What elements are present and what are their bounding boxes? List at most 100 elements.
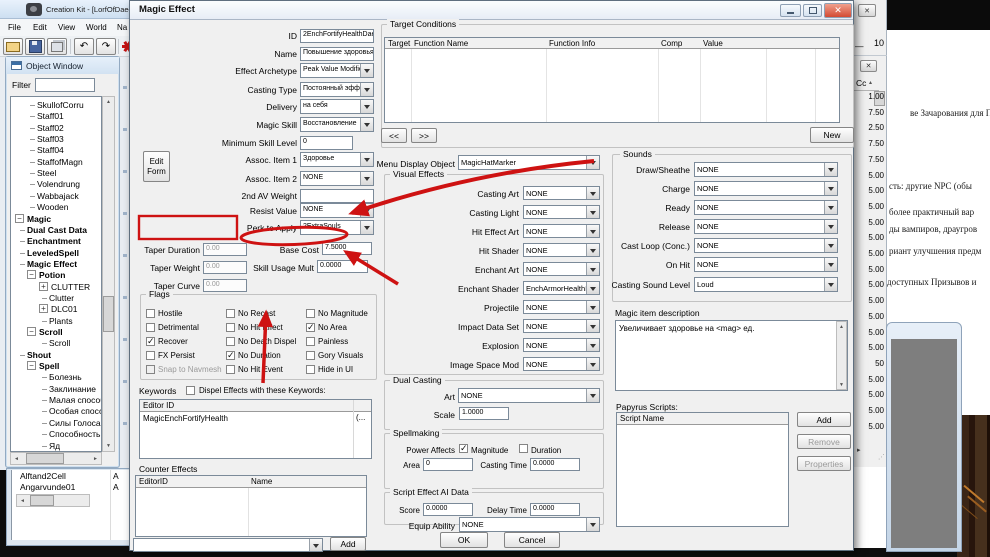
menu-view[interactable]: View xyxy=(58,23,75,32)
no-duration-checkbox[interactable]: ✓ xyxy=(226,351,235,360)
painless-checkbox[interactable] xyxy=(306,337,315,346)
side-list-value[interactable]: 5.00 xyxy=(853,249,884,261)
close-icon[interactable]: ✕ xyxy=(858,4,876,17)
tree-item-enchantment[interactable]: Enchantment xyxy=(11,236,102,247)
papyrus-properties-button[interactable]: Properties xyxy=(797,456,851,471)
side-list-value[interactable]: 7.50 xyxy=(853,108,884,120)
counter-add-button[interactable]: Add xyxy=(330,537,366,551)
menu-file[interactable]: File xyxy=(8,23,21,32)
papyrus-scripts-table[interactable] xyxy=(616,412,789,527)
redo-button[interactable]: ↷ xyxy=(96,38,116,55)
keyword-row[interactable]: MagicEnchFortifyHealth xyxy=(143,414,228,423)
side-list-value[interactable]: 5.00 xyxy=(853,202,884,214)
side-list-value[interactable]: 5.00 xyxy=(853,280,884,292)
dispel-keywords-checkbox[interactable] xyxy=(186,386,195,395)
release-dropdown[interactable]: NONE xyxy=(694,219,838,234)
base-cost-input[interactable]: 7.5000 xyxy=(322,242,372,255)
tree-item-steel[interactable]: Steel xyxy=(11,168,102,179)
cell-row[interactable]: Angarvunde01 xyxy=(20,482,75,492)
side-list-value[interactable]: 5.00 xyxy=(853,422,884,434)
area-input[interactable]: 0 xyxy=(423,458,473,471)
tree-item-wabbajack[interactable]: Wabbajack xyxy=(11,191,102,202)
cell-row[interactable]: Alftand2Cell xyxy=(20,471,66,481)
tree-item-spell[interactable]: −Spell xyxy=(11,361,102,372)
tree-item-малая-способн[interactable]: Малая способн xyxy=(11,395,102,406)
target-col[interactable] xyxy=(815,38,839,49)
scroll-right-icon[interactable]: ▸ xyxy=(857,446,861,454)
impact-data-set-dropdown[interactable]: NONE xyxy=(523,319,600,333)
cancel-button[interactable]: Cancel xyxy=(504,532,560,548)
side-list-value[interactable]: 1.00 xyxy=(853,92,884,104)
open-file-button[interactable] xyxy=(3,38,23,55)
expand-icon[interactable]: + xyxy=(39,282,48,291)
minimum-skill-level-input[interactable]: 0 xyxy=(300,136,353,150)
tree-item-clutter[interactable]: +CLUTTER xyxy=(11,282,102,293)
chevron-down-icon[interactable] xyxy=(360,204,373,217)
chevron-down-icon[interactable] xyxy=(586,320,599,332)
tree-item-dual-cast-data[interactable]: Dual Cast Data xyxy=(11,225,102,236)
chevron-down-icon[interactable] xyxy=(360,172,373,185)
collapse-icon[interactable]: − xyxy=(27,361,36,370)
chevron-down-icon[interactable] xyxy=(309,539,322,551)
scroll-right-icon[interactable]: ► xyxy=(90,452,101,465)
dialog-titlebar[interactable] xyxy=(130,1,853,20)
tree-item-clutter[interactable]: Clutter xyxy=(11,293,102,304)
counter-col-name[interactable]: Name xyxy=(248,476,359,488)
chevron-down-icon[interactable] xyxy=(586,301,599,313)
papyrus-remove-button[interactable]: Remove xyxy=(797,434,851,449)
chevron-down-icon[interactable] xyxy=(824,163,837,176)
detrimental-checkbox[interactable] xyxy=(146,323,155,332)
target-col[interactable]: Value xyxy=(700,38,766,49)
tree-item-scroll[interactable]: −Scroll xyxy=(11,327,102,338)
no-hit-effect-checkbox[interactable] xyxy=(226,323,235,332)
cast-loop-conc-dropdown[interactable]: NONE xyxy=(694,238,838,253)
assoc-item-1-dropdown[interactable]: Здоровье xyxy=(300,152,374,167)
scrollbar[interactable] xyxy=(102,96,115,452)
duration-checkbox[interactable] xyxy=(519,444,528,453)
chevron-down-icon[interactable] xyxy=(360,221,373,234)
papyrus-header[interactable]: Script Name xyxy=(617,413,788,425)
undo-button[interactable]: ↶ xyxy=(74,38,94,55)
no-magnitude-checkbox[interactable] xyxy=(306,309,315,318)
side-list-value[interactable]: 5.00 xyxy=(853,171,884,183)
score-input[interactable]: 0.0000 xyxy=(423,503,473,516)
tree-item-potion[interactable]: −Potion xyxy=(11,270,102,281)
tree-item-особая-способ[interactable]: Особая способ xyxy=(11,406,102,417)
casting-time-input[interactable]: 0.0000 xyxy=(530,458,580,471)
menu-world[interactable]: World xyxy=(86,23,107,32)
taper-curve-input[interactable]: 0.00 xyxy=(203,279,247,292)
image-space-mod-dropdown[interactable]: NONE xyxy=(523,357,600,371)
tree-item-staff01[interactable]: Staff01 xyxy=(11,111,102,122)
chevron-down-icon[interactable] xyxy=(824,201,837,214)
scroll-down-icon[interactable]: ▼ xyxy=(102,441,115,451)
casting-sound-level-dropdown[interactable]: Loud xyxy=(694,277,838,292)
scroll-down-icon[interactable]: ▼ xyxy=(836,380,847,389)
projectile-dropdown[interactable]: NONE xyxy=(523,300,600,314)
side-list-value[interactable]: 7.50 xyxy=(853,139,884,151)
chevron-down-icon[interactable] xyxy=(824,220,837,233)
gory-visuals-checkbox[interactable] xyxy=(306,351,315,360)
papyrus-add-button[interactable]: Add xyxy=(797,412,851,427)
object-window-titlebar[interactable]: Object Window xyxy=(6,57,119,74)
tree-item-wooden[interactable]: Wooden xyxy=(11,202,102,213)
on-hit-dropdown[interactable]: NONE xyxy=(694,257,838,272)
chevron-down-icon[interactable] xyxy=(586,518,599,531)
scroll-left-icon[interactable]: ◄ xyxy=(17,494,28,507)
side-list-value[interactable]: 50 xyxy=(853,359,884,371)
tree-item-skullofcorru[interactable]: SkullofCorru xyxy=(11,100,102,111)
tree-item-volendrung[interactable]: Volendrung xyxy=(11,179,102,190)
dual-art-dropdown[interactable]: NONE xyxy=(458,388,600,403)
menu-navmesh[interactable]: Na xyxy=(117,23,127,32)
no-death-dispel-checkbox[interactable] xyxy=(226,337,235,346)
scroll-up-icon[interactable]: ▲ xyxy=(102,97,115,107)
chevron-down-icon[interactable] xyxy=(586,339,599,351)
close-icon[interactable]: ✕ xyxy=(860,60,877,72)
side-list-column-header[interactable]: Cc xyxy=(856,78,866,88)
2nd-av-weight-input[interactable] xyxy=(300,189,374,203)
chevron-down-icon[interactable] xyxy=(824,239,837,252)
menu-display-object-dropdown[interactable]: MagicHatMarker xyxy=(458,155,600,170)
id-input[interactable]: 2EnchFortifyHealthDaedric xyxy=(300,29,374,43)
counter-effect-dropdown[interactable] xyxy=(133,538,323,552)
fx-persist-checkbox[interactable] xyxy=(146,351,155,360)
chevron-down-icon[interactable] xyxy=(360,83,373,96)
